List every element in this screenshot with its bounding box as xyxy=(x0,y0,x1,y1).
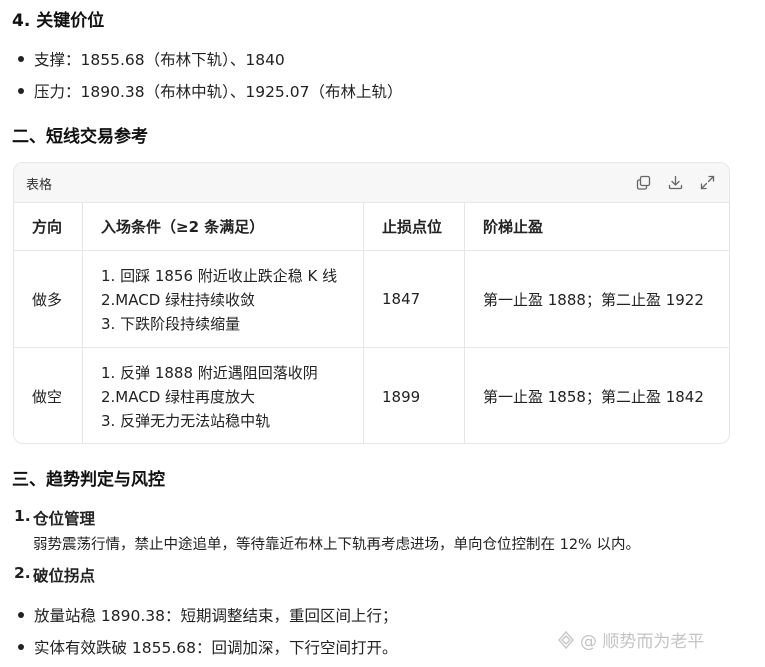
cell-conditions: 1. 反弹 1888 附近遇阻回落收阴 2.MACD 绿柱再度放大 3. 反弹无… xyxy=(83,348,364,443)
section-heading-key-levels: 4. 关键价位 xyxy=(12,11,105,31)
list-item-breakdown: 实体有效跌破 1855.68：回调加深，下行空间打开。 xyxy=(18,636,398,658)
ordered-item-title-breakpoint: 破位拐点 xyxy=(33,567,96,585)
condition-line: 2.MACD 绿柱再度放大 xyxy=(101,388,256,406)
watermark-text: @ 顺势而为老平 xyxy=(580,632,705,652)
ordered-item-title-position: 仓位管理 xyxy=(33,510,96,528)
bullet-icon xyxy=(18,56,24,62)
cell-direction: 做多 xyxy=(14,251,83,347)
header-entry-conditions: 入场条件（≥2 条满足） xyxy=(83,203,364,250)
cell-direction: 做空 xyxy=(14,348,83,443)
bullet-icon xyxy=(18,612,24,618)
condition-line: 1. 回踩 1856 附近收止跌企稳 K 线 xyxy=(101,266,338,285)
copy-icon[interactable] xyxy=(634,173,652,191)
cell-conditions: 1. 回踩 1856 附近收止跌企稳 K 线 2.MACD 绿柱持续收敛 3. … xyxy=(83,251,364,347)
cell-take-profit: 第一止盈 1858；第二止盈 1842 xyxy=(483,388,704,406)
watermark: @ 顺势而为老平 xyxy=(556,627,704,652)
condition-line: 2.MACD 绿柱持续收敛 xyxy=(101,290,256,309)
header-stop-loss: 止损点位 xyxy=(364,203,465,250)
ordered-item-body-position: 弱势震荡行情，禁止中途追单，等待靠近布林上下轨再考虑进场，单向仓位控制在 12%… xyxy=(33,537,640,553)
bullet-icon xyxy=(18,88,24,94)
section-heading-trend-risk: 三、趋势判定与风控 xyxy=(12,470,165,490)
list-item-text: 放量站稳 1890.38：短期调整结束，重回区间上行； xyxy=(34,607,398,625)
download-icon[interactable] xyxy=(666,173,684,191)
cell-stop-loss: 1847 xyxy=(364,251,465,347)
table-row: 做多 1. 回踩 1856 附近收止跌企稳 K 线 2.MACD 绿柱持续收敛 … xyxy=(14,251,729,348)
header-direction: 方向 xyxy=(14,203,83,250)
section-heading-short-trade: 二、短线交易参考 xyxy=(12,127,148,147)
cell-stop-loss: 1899 xyxy=(364,348,465,443)
list-item-support: 支撑：1855.68（布林下轨）、1840 xyxy=(18,48,285,70)
list-item-resistance: 压力：1890.38（布林中轨）、1925.07（布林上轨） xyxy=(18,80,402,102)
trade-table-card: 表格 方向 入场条件（≥2 条满足） 止损点位 阶梯止盈 做多 1. 回踩 18… xyxy=(13,162,730,444)
condition-line: 3. 反弹无力无法站稳中轨 xyxy=(101,412,271,430)
cell-take-profit: 第一止盈 1888；第二止盈 1922 xyxy=(483,290,704,309)
list-item-text: 压力：1890.38（布林中轨）、1925.07（布林上轨） xyxy=(34,83,403,101)
ordered-item-number: 2. xyxy=(14,564,31,582)
bullet-icon xyxy=(18,644,24,650)
watermark-logo-icon xyxy=(558,630,574,649)
expand-icon[interactable] xyxy=(698,173,716,191)
header-take-profit: 阶梯止盈 xyxy=(483,218,544,236)
list-item-text: 支撑：1855.68（布林下轨）、1840 xyxy=(34,51,285,69)
table-toolbar: 表格 xyxy=(14,163,729,203)
condition-line: 1. 反弹 1888 附近遇阻回落收阴 xyxy=(101,364,318,382)
ordered-item-number: 1. xyxy=(14,507,31,525)
condition-line: 3. 下跌阶段持续缩量 xyxy=(101,314,241,333)
table-row: 做空 1. 反弹 1888 附近遇阻回落收阴 2.MACD 绿柱再度放大 3. … xyxy=(14,348,729,443)
list-item-breakout: 放量站稳 1890.38：短期调整结束，重回区间上行； xyxy=(18,604,398,626)
table-header-row: 方向 入场条件（≥2 条满足） 止损点位 阶梯止盈 xyxy=(14,203,729,251)
list-item-text: 实体有效跌破 1855.68：回调加深，下行空间打开。 xyxy=(34,639,398,657)
table-title: 表格 xyxy=(26,178,53,193)
